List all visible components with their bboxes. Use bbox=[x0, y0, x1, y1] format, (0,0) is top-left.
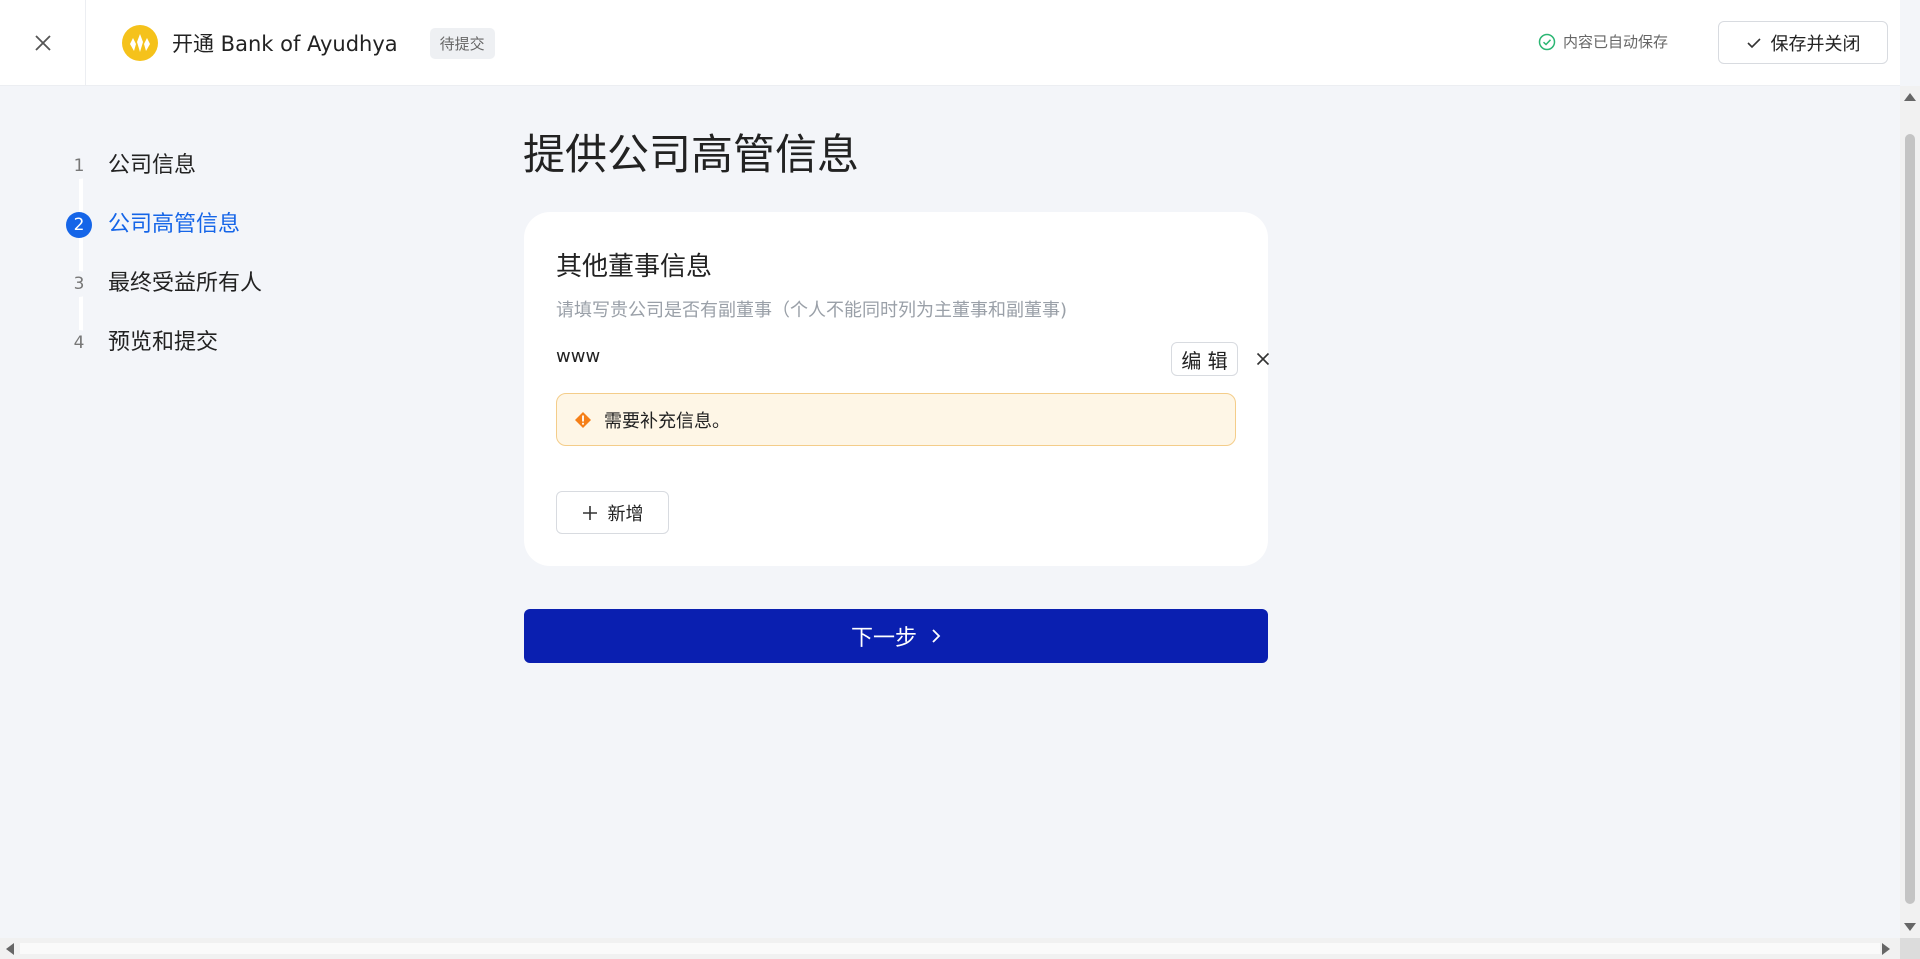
warning-icon bbox=[575, 411, 591, 428]
autosave-text: 内容已自动保存 bbox=[1563, 33, 1669, 51]
step-label: 公司高管信息 bbox=[108, 212, 241, 237]
scroll-up-arrow-icon[interactable] bbox=[1904, 93, 1916, 101]
scroll-right-arrow-icon[interactable] bbox=[1882, 943, 1890, 955]
horizontal-scroll-thumb[interactable] bbox=[20, 943, 1880, 954]
edit-button[interactable]: 编 辑 bbox=[1171, 342, 1238, 376]
close-button[interactable] bbox=[0, 0, 86, 86]
step-number: 3 bbox=[66, 271, 92, 297]
warning-alert: 需要补充信息。 bbox=[556, 393, 1236, 446]
brand-title: 开通 Bank of Ayudhya bbox=[172, 32, 398, 56]
remove-director-button[interactable] bbox=[1246, 342, 1280, 376]
warning-text: 需要补充信息。 bbox=[604, 410, 730, 432]
close-icon bbox=[1256, 352, 1270, 366]
close-icon bbox=[34, 35, 51, 51]
horizontal-scrollbar[interactable] bbox=[0, 938, 1900, 959]
scroll-down-arrow-icon[interactable] bbox=[1904, 923, 1916, 931]
step-number: 1 bbox=[66, 153, 92, 179]
brand: 开通 Bank of Ayudhya 待提交 bbox=[122, 24, 495, 62]
card-title: 其他董事信息 bbox=[556, 252, 713, 282]
chevron-right-icon bbox=[932, 629, 941, 643]
step-number: 4 bbox=[66, 330, 92, 356]
step-beneficial-owners[interactable]: 3 最终受益所有人 bbox=[66, 266, 262, 325]
step-navigation: 1 公司信息 2 公司高管信息 3 最终受益所有人 4 预览和提交 bbox=[66, 148, 262, 384]
check-icon bbox=[1746, 37, 1761, 48]
card-description: 请填写贵公司是否有副董事（个人不能同时列为主董事和副董事) bbox=[556, 300, 1068, 321]
step-preview-submit[interactable]: 4 预览和提交 bbox=[66, 325, 262, 384]
step-number: 2 bbox=[66, 212, 92, 238]
bank-logo-icon bbox=[122, 25, 158, 61]
add-director-button[interactable]: 新增 bbox=[556, 491, 669, 534]
other-directors-card: 其他董事信息 请填写贵公司是否有副董事（个人不能同时列为主董事和副董事) www… bbox=[524, 212, 1270, 566]
vertical-scrollbar[interactable] bbox=[1900, 86, 1920, 938]
save-and-close-button[interactable]: 保存并关闭 bbox=[1718, 21, 1888, 64]
vertical-scroll-thumb[interactable] bbox=[1905, 134, 1915, 904]
scroll-left-arrow-icon[interactable] bbox=[6, 943, 14, 955]
step-executive-info[interactable]: 2 公司高管信息 bbox=[66, 207, 262, 266]
step-label: 预览和提交 bbox=[108, 330, 219, 355]
director-row: www 编 辑 bbox=[556, 342, 1270, 376]
top-bar: 开通 Bank of Ayudhya 待提交 内容已自动保存 保存并关闭 bbox=[0, 0, 1900, 86]
step-label: 公司信息 bbox=[108, 153, 197, 178]
next-label: 下一步 bbox=[850, 626, 917, 651]
check-circle-icon bbox=[1538, 33, 1556, 50]
add-label: 新增 bbox=[607, 503, 644, 525]
scrollbar-corner bbox=[1900, 938, 1920, 959]
director-name: www bbox=[556, 346, 601, 367]
next-step-button[interactable]: 下一步 bbox=[524, 609, 1268, 663]
step-company-info[interactable]: 1 公司信息 bbox=[66, 148, 262, 207]
save-and-close-label: 保存并关闭 bbox=[1770, 33, 1861, 55]
status-badge: 待提交 bbox=[429, 27, 495, 59]
autosave-status: 内容已自动保存 bbox=[1538, 31, 1668, 52]
step-label: 最终受益所有人 bbox=[108, 271, 263, 296]
plus-icon bbox=[582, 505, 597, 520]
page-title: 提供公司高管信息 bbox=[523, 130, 860, 179]
